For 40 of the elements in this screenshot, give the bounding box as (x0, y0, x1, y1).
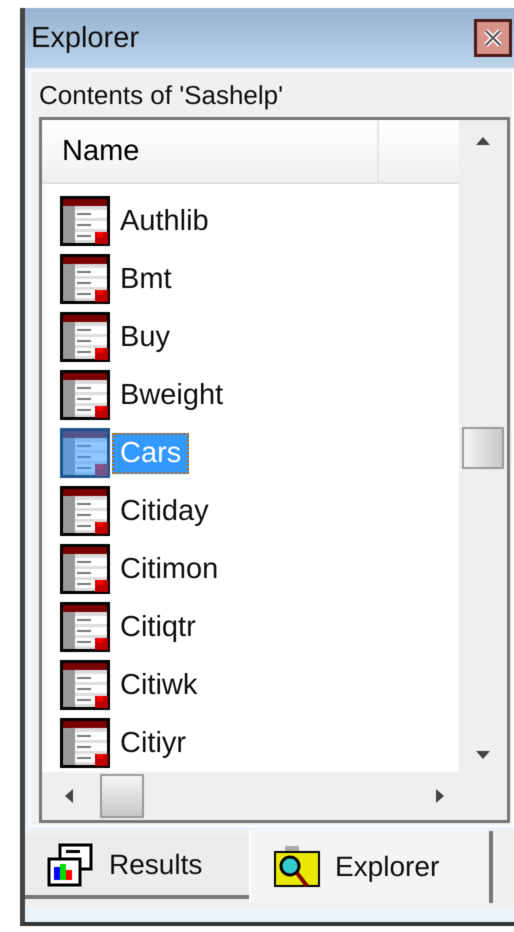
item-label: Bweight (119, 378, 224, 412)
scroll-thumb[interactable] (100, 774, 144, 818)
table-icon (60, 718, 110, 768)
list-item[interactable]: Citiday (60, 482, 459, 540)
item-label: Buy (119, 320, 171, 354)
item-label: Citiqtr (119, 610, 197, 644)
table-icon (60, 370, 110, 420)
tab[interactable]: Results (25, 835, 249, 899)
item-label: Citiwk (119, 668, 198, 702)
folder-magnifier-icon (273, 844, 321, 890)
item-label: Citiday (119, 494, 210, 528)
item-label: Cars (112, 432, 190, 474)
table-icon (60, 312, 110, 362)
table-icon (60, 602, 110, 652)
vertical-scrollbar[interactable] (459, 120, 507, 772)
list-item[interactable]: Citimon (60, 540, 459, 598)
table-icon (60, 254, 110, 304)
item-label: Citiyr (119, 726, 188, 760)
table-icon (60, 660, 110, 710)
list-item[interactable]: Bmt (60, 250, 459, 308)
scroll-thumb[interactable] (462, 427, 504, 469)
results-icon (47, 843, 95, 887)
item-label: Bmt (119, 262, 173, 296)
list-item[interactable]: Citiqtr (60, 598, 459, 656)
item-label: Citimon (119, 552, 220, 586)
caption-label: Contents of 'Sashelp' (39, 80, 284, 111)
close-button[interactable] (474, 19, 512, 57)
list-item[interactable]: Authlib (60, 192, 459, 250)
table-icon (60, 196, 110, 246)
window-title: Explorer (31, 22, 139, 54)
table-icon (60, 544, 110, 594)
list-item[interactable]: Buy (60, 308, 459, 366)
list-item[interactable]: Bweight (60, 366, 459, 424)
list-item[interactable]: Citiyr (60, 714, 459, 772)
item-label: Authlib (119, 204, 210, 238)
list-item[interactable]: Citiwk (60, 656, 459, 714)
horizontal-scrollbar[interactable] (42, 772, 507, 820)
table-icon (60, 428, 110, 478)
tab[interactable]: Explorer (249, 831, 493, 903)
table-icon (60, 486, 110, 536)
